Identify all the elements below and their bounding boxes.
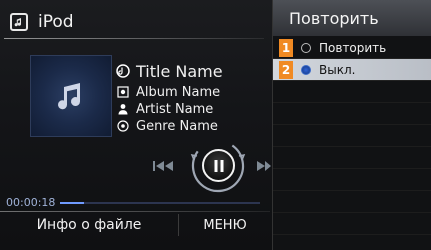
meta-artist-row: Artist Name: [116, 101, 266, 117]
option-number-badge: 2: [279, 60, 293, 79]
next-icon: [257, 161, 271, 171]
empty-row: [273, 81, 431, 103]
repeat-option-label: Повторить: [319, 40, 387, 55]
empty-row: [273, 213, 431, 235]
empty-row: [273, 147, 431, 169]
progress-fill: [60, 202, 84, 204]
meta-title-row: Title Name: [116, 60, 266, 82]
button-separator: [178, 214, 179, 236]
track-title: Title Name: [136, 61, 223, 81]
repeat-option-2[interactable]: 2 Выкл.: [273, 59, 431, 81]
empty-row: [273, 103, 431, 125]
empty-row: [273, 169, 431, 191]
genre-icon: [116, 119, 130, 133]
artist-name: Artist Name: [136, 101, 214, 117]
menu-button[interactable]: МЕНЮ: [180, 212, 270, 238]
album-art: [30, 55, 112, 137]
repeat-menu-panel: Повторить 1 Повторить 2 Выкл.: [272, 0, 431, 250]
progress-bar[interactable]: [60, 202, 260, 204]
pause-button[interactable]: [202, 149, 235, 182]
empty-row: [273, 191, 431, 213]
next-button[interactable]: [256, 158, 272, 177]
option-number-badge: 1: [279, 38, 293, 57]
radio-on-icon: [301, 64, 311, 75]
album-name: Album Name: [136, 84, 221, 100]
radio-off-icon: [301, 42, 311, 53]
pause-icon: [214, 159, 223, 172]
repeat-menu-header: Повторить: [273, 0, 431, 36]
ipod-screen: iPod Title Name Album Name Artist Name G…: [0, 0, 431, 250]
top-divider: [4, 38, 264, 39]
player-panel: iPod Title Name Album Name Artist Name G…: [0, 0, 272, 250]
file-info-button[interactable]: Инфо о файле: [0, 212, 178, 238]
elapsed-time: 00:00:18: [6, 196, 56, 209]
previous-button[interactable]: [152, 158, 174, 177]
title-icon: [116, 64, 130, 78]
empty-row: [273, 125, 431, 147]
music-note-icon: [58, 83, 81, 110]
previous-icon: [153, 161, 173, 171]
repeat-option-label: Выкл.: [319, 62, 356, 77]
top-bar: iPod: [4, 8, 266, 36]
ipod-note-icon: [10, 13, 28, 31]
meta-album-row: Album Name: [116, 84, 266, 100]
track-meta: Title Name Album Name Artist Name Genre …: [116, 60, 266, 135]
page-title: iPod: [38, 12, 74, 32]
repeat-option-1[interactable]: 1 Повторить: [273, 37, 431, 59]
playback-controls: [148, 132, 272, 202]
repeat-menu-list: 1 Повторить 2 Выкл.: [273, 37, 431, 235]
artist-icon: [116, 102, 130, 116]
album-icon: [116, 85, 130, 99]
repeat-menu-title: Повторить: [289, 8, 379, 28]
